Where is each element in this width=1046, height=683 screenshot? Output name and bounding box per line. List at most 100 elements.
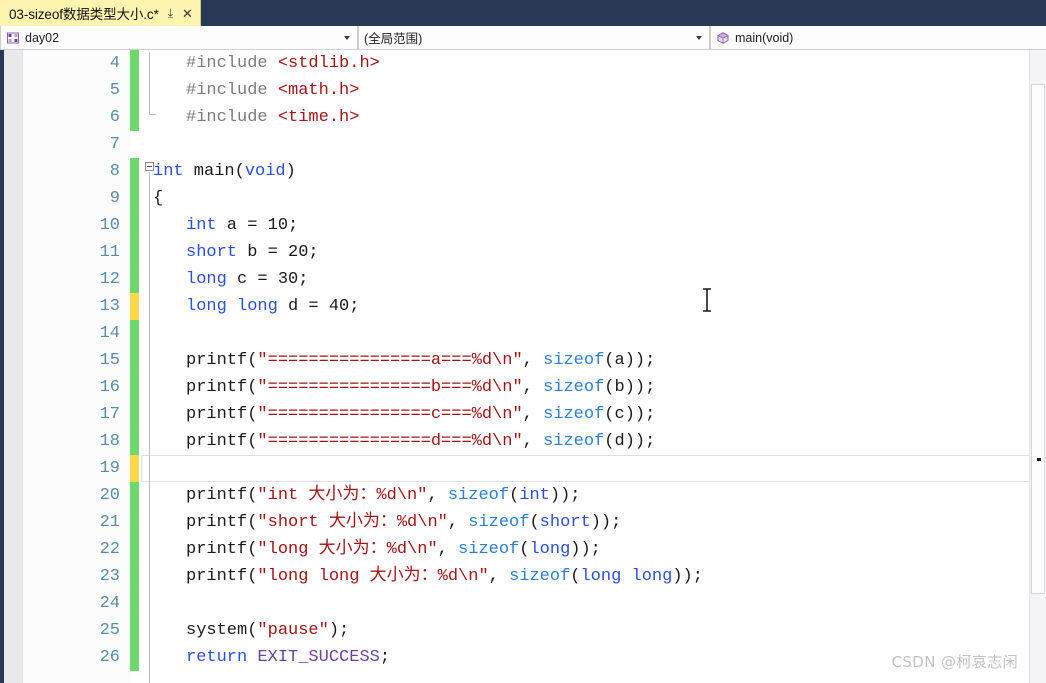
code-token-str: <math.h> — [277, 81, 360, 100]
line-number: 10 — [99, 216, 120, 235]
code-token-fn: printf — [186, 405, 248, 424]
code-token-pun: )); — [570, 540, 601, 559]
line-number: 25 — [99, 621, 120, 640]
line-number-list: 4 5 6 7 8 9 10 11 12 13 14 15 16 17 18 19 20 21 22 23 24 25 26 — [100, 50, 120, 671]
code-line[interactable]: printf("================b===%d\n", sizeo… — [139, 374, 1046, 401]
code-token-pun: ( — [234, 162, 245, 181]
code-token-kw: long — [186, 270, 227, 289]
code-token-pp: #include — [186, 54, 278, 73]
csdn-watermark: CSDN @柯哀志闲 — [891, 653, 1018, 671]
editor-tab-active[interactable]: 03-sizeof数据类型大小.c* ⤓ ✕ — [0, 0, 201, 26]
code-line[interactable]: #include <stdlib.h> — [139, 50, 1046, 77]
code-token-pun: ) — [285, 162, 296, 181]
code-token-pun: , — [427, 486, 448, 505]
code-token-pun: (c)); — [604, 405, 656, 424]
line-number: 6 — [109, 108, 120, 127]
code-token-str: "short 大小为：%d\n" — [257, 513, 448, 532]
line-number: 16 — [99, 378, 120, 397]
code-token-pun: { — [153, 189, 164, 208]
code-line[interactable]: printf("================d===%d\n", sizeo… — [139, 428, 1046, 455]
code-line[interactable]: printf("short 大小为：%d\n", sizeof(short)); — [139, 509, 1046, 536]
code-token-ty: sizeof — [468, 513, 530, 532]
code-token-fn: printf — [186, 513, 248, 532]
include-block-guide-foot — [149, 114, 156, 115]
code-token-fn: printf — [186, 378, 248, 397]
code-line[interactable]: system("pause"); — [139, 617, 1046, 644]
member-dropdown[interactable]: main(void) — [710, 26, 1046, 49]
line-number: 20 — [99, 486, 120, 505]
code-line[interactable]: int main(void) — [139, 158, 1046, 185]
line-number: 22 — [99, 540, 120, 559]
code-line[interactable] — [139, 320, 1046, 347]
code-token-pun: ( — [570, 567, 581, 586]
project-dropdown[interactable]: day02 — [0, 26, 358, 49]
code-line[interactable]: printf("int 大小为：%d\n", sizeof(int)); — [139, 482, 1046, 509]
code-line[interactable]: printf("================a===%d\n", sizeo… — [139, 347, 1046, 374]
code-line[interactable] — [139, 590, 1046, 617]
code-token-pun: , — [522, 405, 544, 424]
chevron-down-icon[interactable] — [344, 35, 350, 40]
code-token-pun: ( — [247, 351, 258, 370]
code-line[interactable]: printf("long long 大小为：%d\n", sizeof(long… — [139, 563, 1046, 590]
code-line[interactable]: { — [139, 185, 1046, 212]
code-token-pun: ( — [247, 405, 258, 424]
line-number: 4 — [109, 54, 120, 73]
code-token-pun: ; — [379, 648, 391, 667]
line-number: 7 — [109, 135, 120, 154]
code-line[interactable]: long long d = 40; — [139, 293, 1046, 320]
change-marker — [130, 320, 139, 347]
scrollbar-caret-mark — [1037, 458, 1041, 461]
project-dropdown-value: day02 — [25, 30, 60, 45]
code-token-pun: )); — [590, 513, 622, 532]
change-marker — [130, 77, 139, 104]
code-token-ty: sizeof — [447, 486, 510, 505]
code-token-kw: short — [186, 243, 238, 262]
pin-tab-icon[interactable]: ⤓ — [168, 7, 173, 19]
change-marker — [130, 509, 139, 536]
code-token-pun: c = 30; — [226, 270, 309, 289]
chevron-down-icon[interactable] — [696, 35, 702, 40]
code-token-str: "================a===%d\n" — [257, 351, 523, 370]
code-line-current[interactable] — [141, 455, 1044, 482]
code-line[interactable]: #include <time.h> — [139, 104, 1046, 131]
code-line[interactable]: printf("================c===%d\n", sizeo… — [139, 401, 1046, 428]
line-number: 26 — [99, 648, 120, 667]
code-token-pp: #include — [186, 81, 278, 100]
line-number: 15 — [99, 351, 120, 370]
code-line[interactable]: short b = 20; — [139, 239, 1046, 266]
code-line[interactable]: #include <math.h> — [139, 77, 1046, 104]
code-token-pun: ); — [328, 621, 350, 640]
scrollbar-thumb[interactable] — [1031, 84, 1045, 594]
code-token-str: <stdlib.h> — [277, 54, 380, 73]
vertical-scrollbar[interactable] — [1029, 50, 1046, 683]
include-block-guide — [149, 52, 150, 115]
code-token-pun: (d)); — [604, 432, 656, 451]
code-token-ty: sizeof — [458, 540, 520, 559]
code-line[interactable]: long c = 30; — [139, 266, 1046, 293]
code-line[interactable]: printf("long 大小为：%d\n", sizeof(long)); — [139, 536, 1046, 563]
change-marker — [130, 158, 139, 185]
close-tab-icon[interactable]: ✕ — [182, 7, 193, 20]
line-number: 19 — [99, 459, 120, 478]
code-token-fn: printf — [186, 486, 248, 505]
code-text-area[interactable]: #include <stdlib.h> #include <math.h> #inc… — [139, 50, 1046, 683]
change-marker — [130, 644, 139, 671]
code-token-pun: )); — [672, 567, 703, 586]
code-token-kw: return — [186, 648, 248, 667]
scope-dropdown[interactable]: (全局范围) — [358, 26, 710, 49]
code-token-kw: int — [519, 486, 550, 505]
code-line[interactable]: int a = 10; — [139, 212, 1046, 239]
code-token-pun: ( — [247, 378, 258, 397]
code-line[interactable] — [139, 131, 1046, 158]
code-token-pun: ( — [247, 621, 258, 640]
change-tracking-bar — [130, 50, 139, 683]
code-token-str: "================d===%d\n" — [257, 432, 523, 451]
code-editor[interactable]: 4 5 6 7 8 9 10 11 12 13 14 15 16 17 18 19 20 21 22 23 24 25 26… — [0, 50, 1046, 683]
code-token-kw: int — [186, 216, 217, 235]
line-number: 12 — [99, 270, 120, 289]
code-token-ty: sizeof — [543, 351, 605, 370]
collapse-function-icon[interactable] — [145, 162, 154, 171]
code-token-pp: #include — [186, 108, 278, 127]
code-token-pun: , — [522, 432, 544, 451]
change-marker — [130, 50, 139, 77]
